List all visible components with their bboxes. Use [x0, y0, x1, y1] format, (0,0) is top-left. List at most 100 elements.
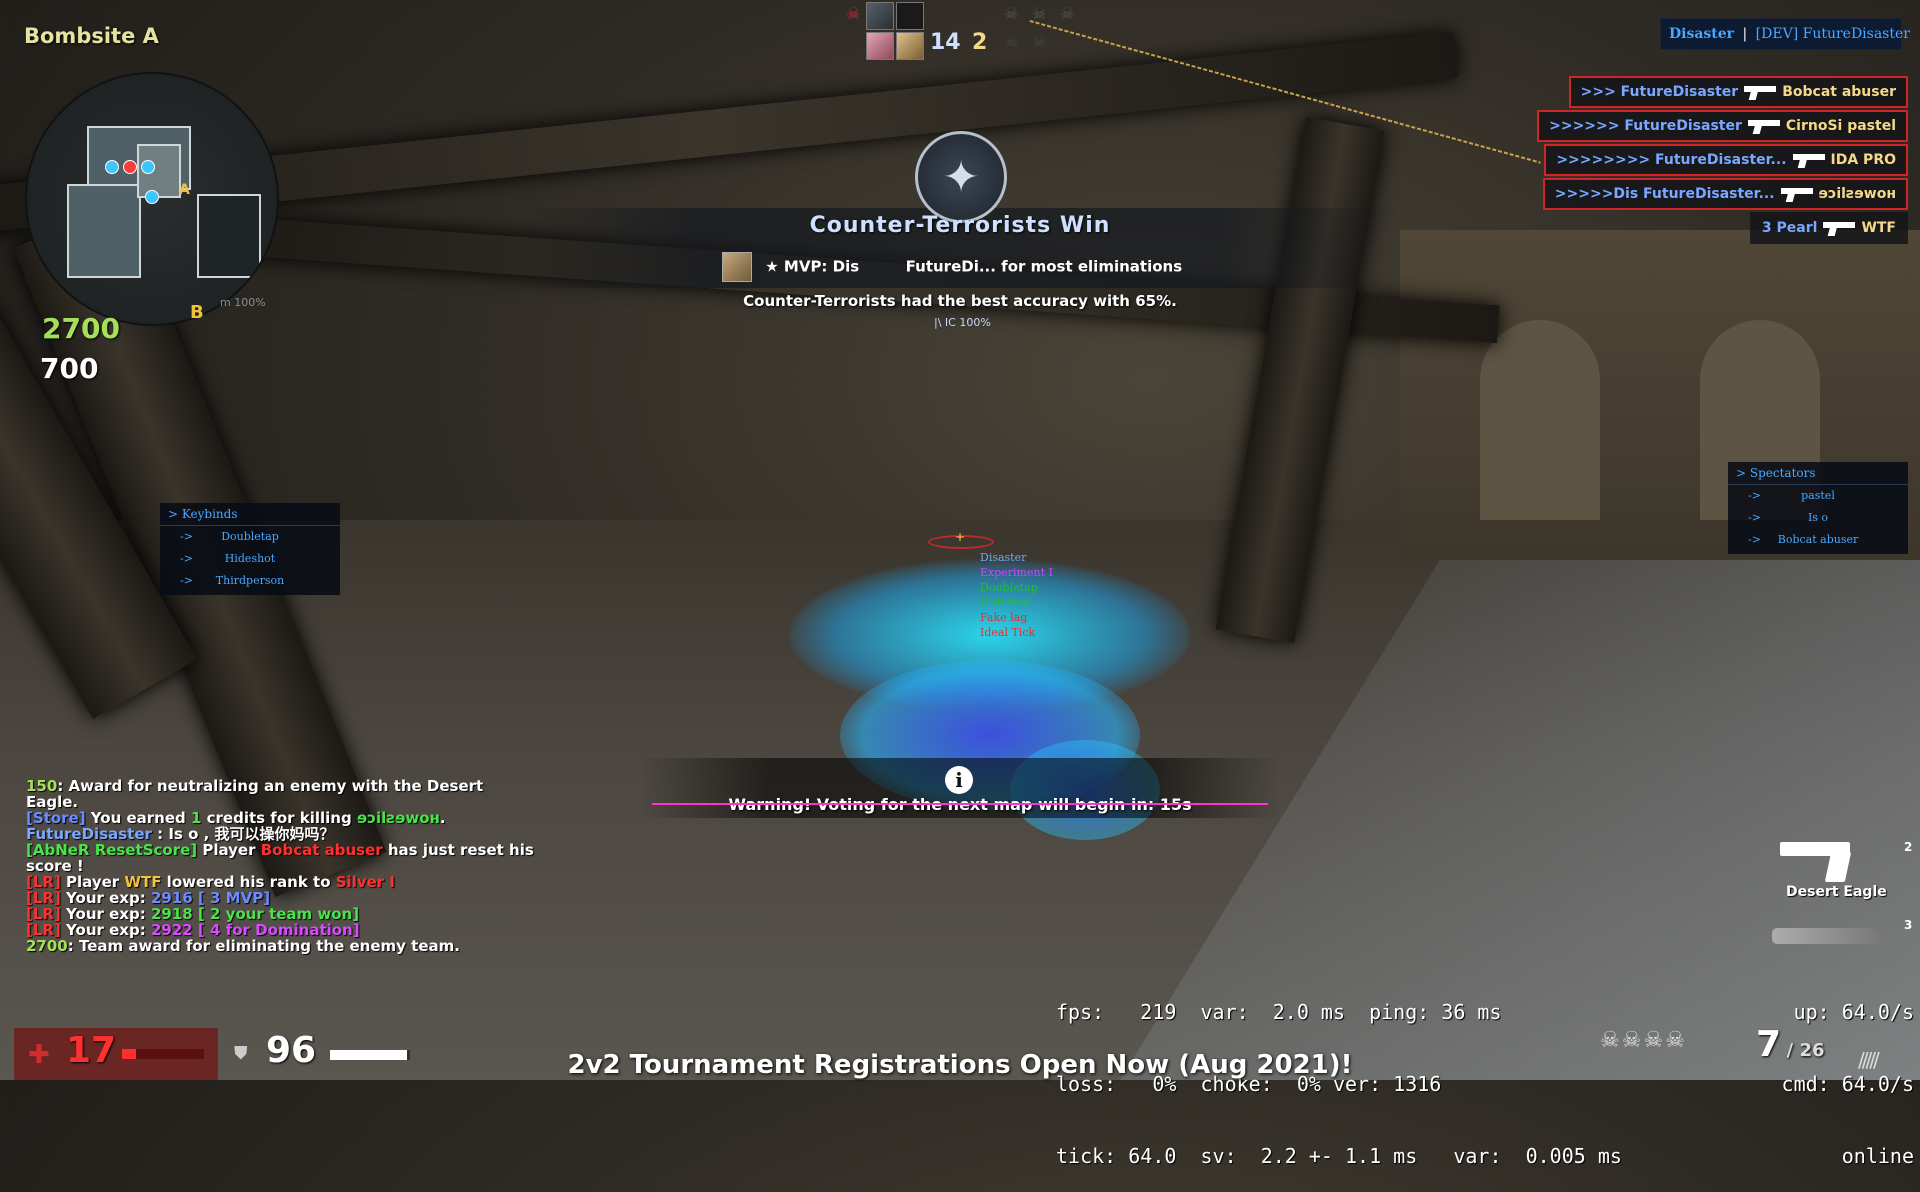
skull-icon: ☠: [1004, 32, 1019, 51]
mvp-label: ★ MVP: Dis: [765, 257, 860, 276]
netgraph-line: fps: 219 var: 2.0 ms ping: 36 ms: [1056, 1000, 1502, 1024]
alive-teammates: ☠☠☠☠: [1600, 1028, 1687, 1053]
chat-segment: Silver I: [335, 873, 395, 891]
radar-teammate-icon: [105, 160, 119, 174]
chat-segment: Player: [197, 841, 261, 859]
radar-site-a-label: A: [179, 182, 190, 198]
round-winner-title: Counter-Terrorists Win: [809, 213, 1111, 238]
killfeed-victim: Bobcat abuser: [1782, 84, 1896, 100]
watermark-separator: |: [1742, 26, 1748, 42]
esp-label: Doubletap: [980, 581, 1038, 594]
player-money: 700: [40, 352, 99, 385]
pistol-icon: [1792, 153, 1825, 167]
pistol-icon: [1780, 187, 1813, 201]
skull-icon: ☠: [1665, 1028, 1687, 1053]
esp-labels: Disaster Experiment I Doubletap Hideshot Fak…: [980, 550, 1053, 640]
chat-segment: Bobcat abuser: [260, 841, 383, 859]
killfeed-entry: >>>>>> FutureDisaster CirnoSi pastel: [1537, 110, 1908, 142]
bombsite-label: Bombsite A: [24, 24, 159, 48]
esp-label: Disaster: [980, 551, 1027, 564]
spectators-panel: > Spectators -> pastel -> Is o -> Bobcat abus…: [1728, 462, 1908, 554]
radar-teammate-icon: [141, 160, 155, 174]
killfeed-victim: WTF: [1861, 220, 1896, 236]
radar-minimap: A: [25, 72, 279, 326]
netgraph-line: online: [1841, 1144, 1914, 1168]
weapon-slot-number: 2: [1904, 840, 1913, 854]
spectators-item: -> pastel: [1728, 485, 1908, 507]
spectators-item: -> Bobcat abuser: [1728, 529, 1908, 551]
chat-line: [LR] Your exp: 2916 [ 3 MVP]: [26, 890, 566, 906]
spectators-item: -> Is o: [1728, 507, 1908, 529]
wall-arch: [1480, 320, 1600, 520]
radar-self-icon: [145, 190, 159, 204]
spectators-title: > Spectators: [1728, 462, 1908, 485]
keybinds-item-label: Doubletap: [221, 530, 279, 543]
chat-line: score !: [26, 858, 566, 874]
netgraph-line: up: 64.0/s: [1793, 1000, 1914, 1024]
skull-icon: ☠: [1643, 1028, 1666, 1053]
spectators-item-label: pastel: [1801, 489, 1835, 502]
spectators-item-label: Is o: [1807, 511, 1829, 524]
skull-icon: ☠: [1032, 4, 1047, 23]
watermark-tag: [DEV] FutureDisaster: [1755, 26, 1910, 42]
keybinds-item-label: Hideshot: [224, 552, 276, 565]
weapon-name: Desert Eagle: [1786, 884, 1887, 900]
player-avatar: [866, 32, 894, 60]
chat-line: [LR] Player WTF lowered his rank to Silv…: [26, 874, 566, 890]
chat-segment: has just reset his: [382, 841, 534, 859]
ct-tag: |\ IC 100%: [934, 316, 991, 329]
skull-icon: ☠: [1004, 4, 1019, 23]
chat-line: [AbNeR ResetScore] Player Bobcat abuser …: [26, 842, 566, 858]
killfeed-killer: >>>>>Dis FutureDisaster...: [1554, 186, 1775, 202]
ct-emblem-icon: ✦: [915, 131, 1007, 223]
keybinds-item: -> Thirdperson: [160, 570, 340, 592]
bullet-icons: /////: [1858, 1048, 1880, 1072]
watermark-name: Disaster: [1669, 26, 1735, 42]
chat-line: FutureDisaster : Is o , 我可以操你妈吗？: [26, 826, 566, 842]
netgraph-line: tick: 64.0 sv: 2.2 +- 1.1 ms var: 0.005 …: [1056, 1144, 1622, 1168]
killfeed-entry: >>>>>>>> FutureDisaster... IDA PRO: [1544, 144, 1908, 176]
skull-icon: ☠: [846, 4, 861, 23]
team-money: 2700: [42, 312, 120, 345]
radar-enemy-icon: [123, 160, 137, 174]
pistol-icon: [1744, 85, 1777, 99]
cheat-watermark: Disaster | [DEV] FutureDisaster: [1660, 18, 1910, 50]
esp-label: Fake lag: [980, 611, 1028, 624]
chat-segment: : Team award for eliminating the enemy t…: [67, 937, 460, 955]
chat-line: 2700: Team award for eliminating the ene…: [26, 938, 566, 954]
pistol-icon: [1823, 221, 1856, 235]
esp-label: Ideal Tick: [980, 626, 1036, 639]
killfeed-victim: ɘɔilƨɘwoʜ: [1818, 186, 1896, 202]
killfeed-victim: IDA PRO: [1830, 152, 1896, 168]
killfeed-entry: >>> FutureDisaster Bobcat abuser: [1568, 76, 1908, 108]
ammo-reserve: / 26: [1786, 1040, 1825, 1061]
chat-segment: 2700: [26, 937, 68, 955]
mvp-reason: FutureDi... for most eliminations: [905, 257, 1183, 276]
skull-icon: ☠: [1600, 1028, 1622, 1053]
esp-label: Experiment I: [980, 566, 1053, 579]
killfeed-entry: 3 Pearl WTF: [1749, 212, 1908, 244]
chat-line: [LR] Your exp: 2918 [ 2 your team won]: [26, 906, 566, 922]
skull-icon: ☠: [1060, 4, 1075, 23]
keybinds-item-label: Thirdperson: [215, 574, 285, 587]
killfeed-killer: >>> FutureDisaster: [1580, 84, 1739, 100]
killfeed-killer: 3 Pearl: [1761, 220, 1818, 236]
esp-label: Hideshot: [980, 596, 1031, 609]
killfeed-killer: >>>>>> FutureDisaster: [1549, 118, 1742, 134]
t-score: 2: [972, 30, 988, 55]
esp-line: [652, 803, 1268, 805]
keybinds-item: -> Doubletap: [160, 526, 340, 548]
scoreboard: ☠ 14 2 ☠ ☠ ☠ ☠ ☠: [846, 0, 1096, 60]
ammo-counter: 7 / 26: [1756, 1024, 1825, 1065]
player-avatar: [896, 2, 924, 30]
chat-line: 150: Award for neutralizing an enemy wit…: [26, 778, 566, 794]
killfeed-entry: >>>>>Dis FutureDisaster... ɘɔilƨɘwoʜ: [1542, 178, 1908, 210]
weapon-slot-number: 3: [1904, 918, 1913, 932]
tournament-banner: 2v2 Tournament Registrations Open Now (A…: [567, 1050, 1353, 1080]
keybinds-title: > Keybinds: [160, 503, 340, 526]
accuracy-text: Counter-Terrorists had the best accuracy…: [743, 292, 1177, 310]
killfeed-victim: CirnoSi pastel: [1785, 118, 1896, 134]
ammo-clip: 7: [1756, 1024, 1782, 1065]
chat-line: [LR] Your exp: 2922 [ 4 for Domination]: [26, 922, 566, 938]
spectators-item-label: Bobcat abuser: [1777, 533, 1859, 546]
